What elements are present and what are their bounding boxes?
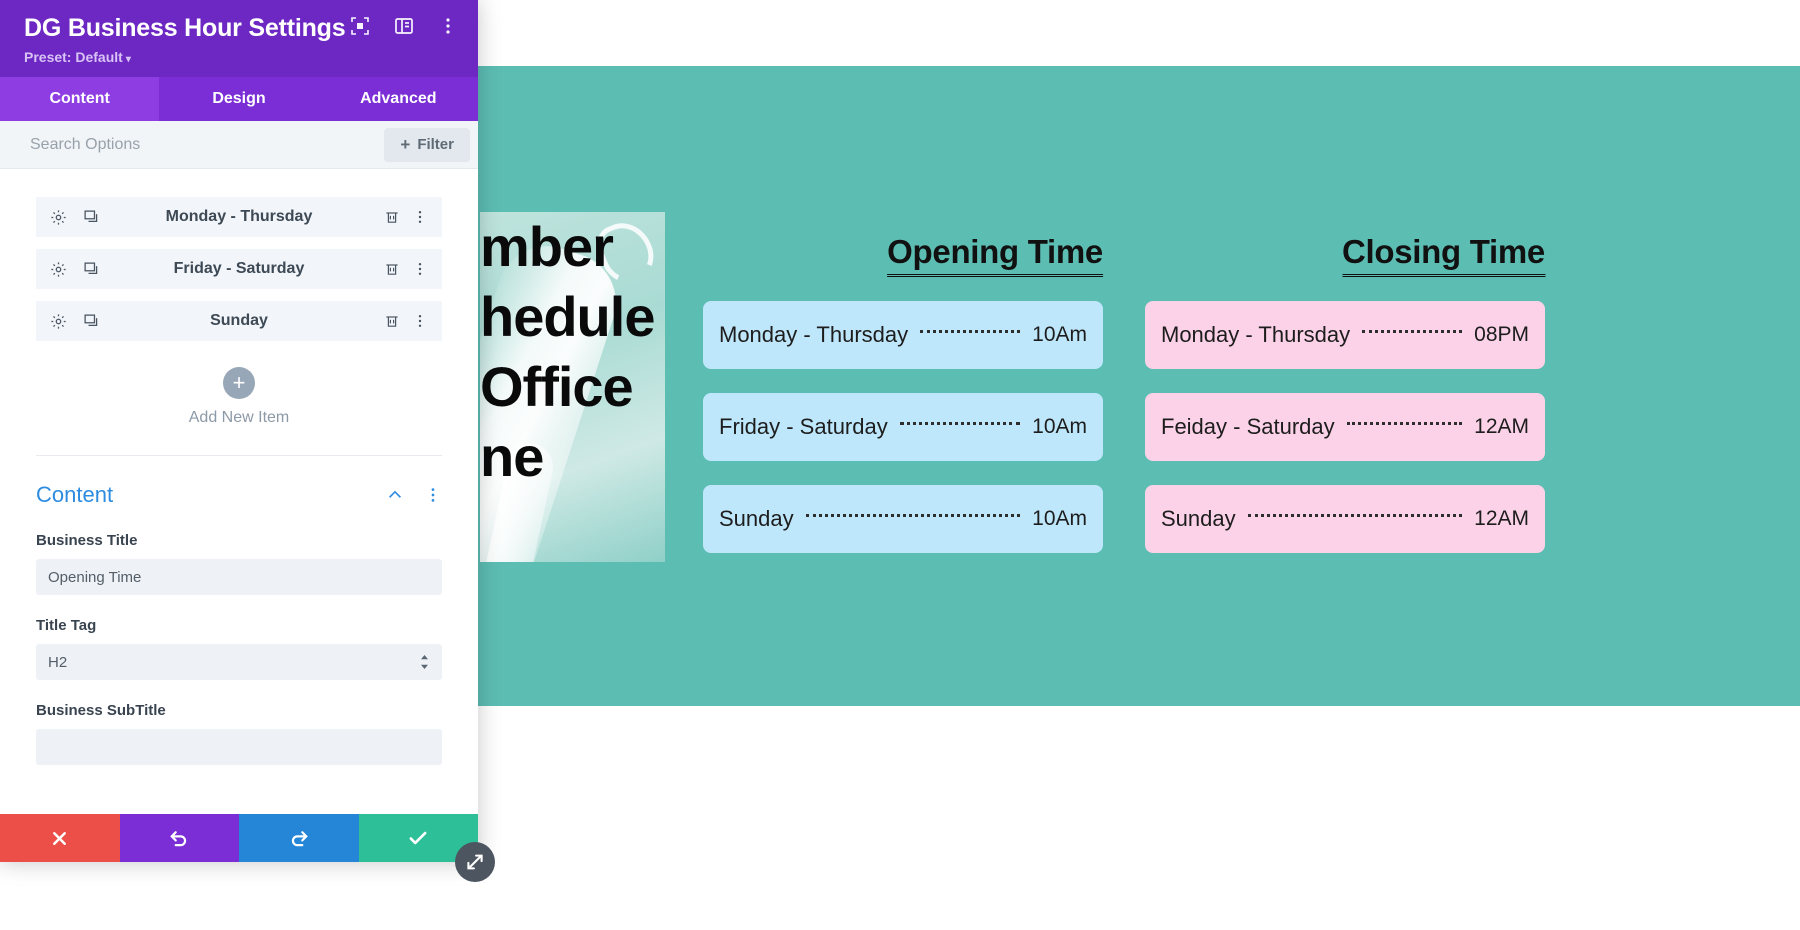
title-tag-field-group: Title Tag H2 [36, 617, 442, 680]
list-item-left-actions [50, 261, 100, 278]
list-item-right-actions [384, 209, 428, 225]
content-section-header: Content [36, 482, 442, 508]
resize-handle[interactable] [455, 842, 495, 882]
search-input[interactable] [30, 135, 385, 154]
filter-button-label: Filter [417, 136, 454, 153]
settings-panel: DG Business Hour Settings Preset: Defaul… [0, 0, 478, 862]
chevron-up-icon[interactable] [386, 486, 404, 504]
tab-design[interactable]: Design [159, 77, 318, 121]
content-section-title: Content [36, 482, 114, 507]
opening-time-column: Opening Time Monday - Thursday 10Am Frid… [703, 232, 1103, 577]
focus-icon[interactable] [350, 16, 370, 36]
add-new-item-label: Add New Item [188, 409, 290, 426]
schedule-row[interactable]: Monday - Thursday 10Am [703, 301, 1103, 369]
schedule-row-time: 10Am [1032, 323, 1087, 346]
business-subtitle-label: Business SubTitle [36, 702, 166, 719]
panel-preset-label: Preset: Default [24, 49, 123, 65]
title-tag-selected-value: H2 [48, 653, 68, 671]
cancel-button[interactable] [0, 814, 120, 862]
plus-icon[interactable]: + [223, 367, 255, 399]
schedule-row-dotted-leader [1346, 421, 1463, 425]
duplicate-icon[interactable] [83, 313, 100, 330]
chevron-down-icon: ▾ [125, 54, 131, 65]
schedule-row-day: Friday - Saturday [719, 414, 888, 439]
duplicate-icon[interactable] [83, 261, 100, 278]
business-subtitle-input[interactable] [36, 729, 442, 765]
schedule-row[interactable]: Sunday 12AM [1145, 485, 1545, 553]
filter-button[interactable]: + Filter [384, 127, 470, 162]
schedule-row-day: Feiday - Saturday [1161, 414, 1335, 439]
screen-root: mber hedule Office ne Opening Time Monda… [0, 0, 1800, 930]
gear-icon[interactable] [50, 209, 67, 226]
gear-icon[interactable] [50, 313, 67, 330]
opening-time-heading: Opening Time [887, 232, 1103, 277]
closing-time-column: Closing Time Monday - Thursday 08PM Feid… [1145, 232, 1545, 577]
schedule-row-dotted-leader [1247, 513, 1463, 517]
panel-header-actions [350, 16, 458, 36]
schedule-row-time: 10Am [1032, 415, 1087, 438]
list-item-left-actions [50, 209, 100, 226]
business-subtitle-field-group: Business SubTitle [36, 702, 442, 765]
more-vertical-icon[interactable] [438, 16, 458, 36]
title-tag-label: Title Tag [36, 617, 97, 634]
business-title-input[interactable] [36, 559, 442, 595]
more-vertical-icon[interactable] [412, 313, 428, 329]
closing-time-rows: Monday - Thursday 08PM Feiday - Saturday… [1145, 301, 1545, 553]
more-vertical-icon[interactable] [424, 486, 442, 504]
redo-button[interactable] [239, 814, 359, 862]
search-row: + Filter [0, 121, 478, 169]
layout-icon[interactable] [394, 16, 414, 36]
schedule-row-time: 12AM [1474, 507, 1529, 530]
schedule-row-day: Sunday [719, 506, 794, 531]
tab-content[interactable]: Content [0, 77, 160, 121]
title-tag-select[interactable]: H2 [36, 644, 442, 680]
panel-tabs: Content Design Advanced [0, 77, 478, 121]
schedule-row-day: Monday - Thursday [719, 322, 909, 347]
more-vertical-icon[interactable] [412, 261, 428, 277]
list-item-right-actions [384, 313, 428, 329]
panel-body: Monday - Thursday Friday - Saturday Sund… [0, 169, 478, 814]
closing-time-heading: Closing Time [1342, 232, 1545, 277]
schedule-row[interactable]: Monday - Thursday 08PM [1145, 301, 1545, 369]
schedule-row-time: 08PM [1474, 323, 1529, 346]
list-item-right-actions [384, 261, 428, 277]
content-section: Content Business Title Opening Time Titl… [0, 456, 478, 765]
panel-footer [0, 814, 478, 862]
undo-button[interactable] [119, 814, 239, 862]
more-vertical-icon[interactable] [412, 209, 428, 225]
list-item[interactable]: Sunday [36, 301, 442, 341]
trash-icon[interactable] [384, 313, 400, 329]
list-item[interactable]: Friday - Saturday [36, 249, 442, 289]
add-new-item[interactable]: + Add New Item [36, 367, 442, 427]
schedule-row[interactable]: Feiday - Saturday 12AM [1145, 393, 1545, 461]
stepper-arrows-icon [419, 654, 430, 670]
business-title-label: Business Title [36, 532, 138, 549]
opening-time-rows: Monday - Thursday 10Am Friday - Saturday… [703, 301, 1103, 553]
repeater-items-list: Monday - Thursday Friday - Saturday Sund… [0, 169, 478, 456]
schedule-row-dotted-leader [1362, 329, 1463, 333]
plus-icon: + [400, 134, 411, 154]
trash-icon[interactable] [384, 209, 400, 225]
schedule-row-dotted-leader [805, 513, 1021, 517]
schedule-row-time: 10Am [1032, 507, 1087, 530]
schedule-row[interactable]: Friday - Saturday 10Am [703, 393, 1103, 461]
list-item[interactable]: Monday - Thursday [36, 197, 442, 237]
schedule-row-time: 12AM [1474, 415, 1529, 438]
gear-icon[interactable] [50, 261, 67, 278]
panel-preset[interactable]: Preset: Default ▾ [24, 49, 454, 65]
trash-icon[interactable] [384, 261, 400, 277]
tab-advanced[interactable]: Advanced [319, 77, 478, 121]
schedule-row-dotted-leader [899, 421, 1021, 425]
schedule-row-day: Monday - Thursday [1161, 322, 1351, 347]
panel-header: DG Business Hour Settings Preset: Defaul… [0, 0, 478, 77]
business-title-field-group: Business Title [36, 532, 442, 595]
duplicate-icon[interactable] [83, 209, 100, 226]
list-item-left-actions [50, 313, 100, 330]
schedule-row-day: Sunday [1161, 506, 1236, 531]
schedule-row[interactable]: Sunday 10Am [703, 485, 1103, 553]
schedule-row-dotted-leader [920, 329, 1021, 333]
